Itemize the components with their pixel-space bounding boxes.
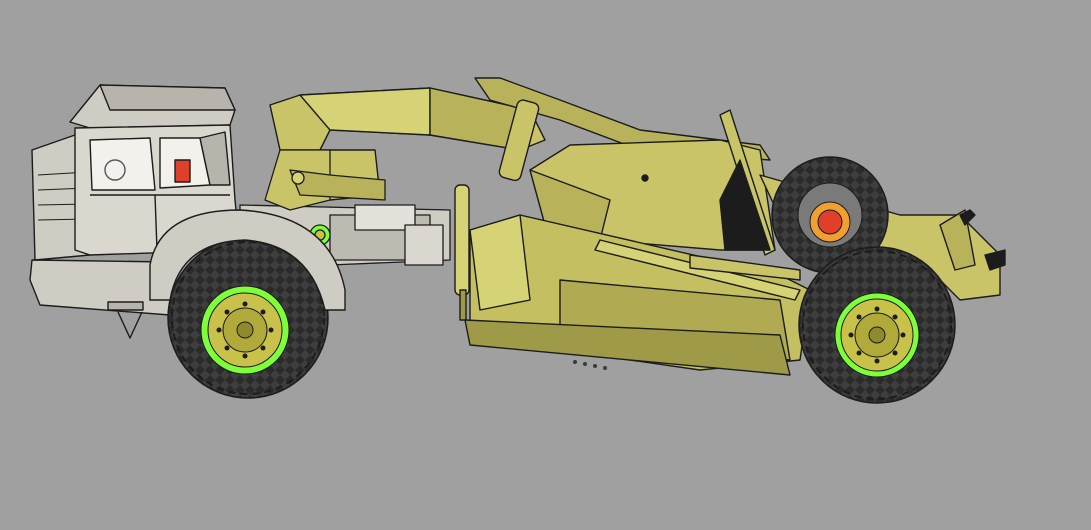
- rear-wheel-near: [798, 246, 956, 404]
- scraper-model: [29, 77, 1006, 404]
- cad-viewport: [0, 0, 1091, 530]
